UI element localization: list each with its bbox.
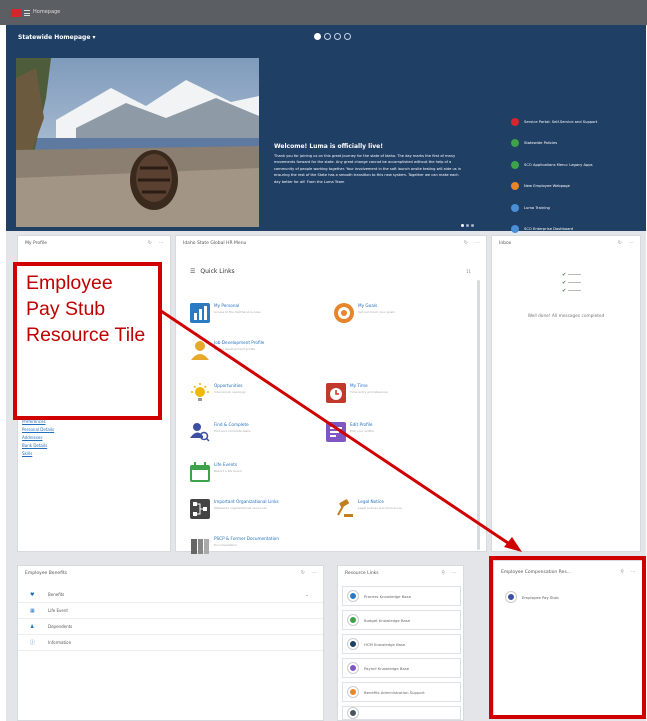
callout-text: Employee Pay Stub Resource Tile xyxy=(26,272,146,346)
callout-box: Employee Pay Stub Resource Tile xyxy=(13,262,162,420)
